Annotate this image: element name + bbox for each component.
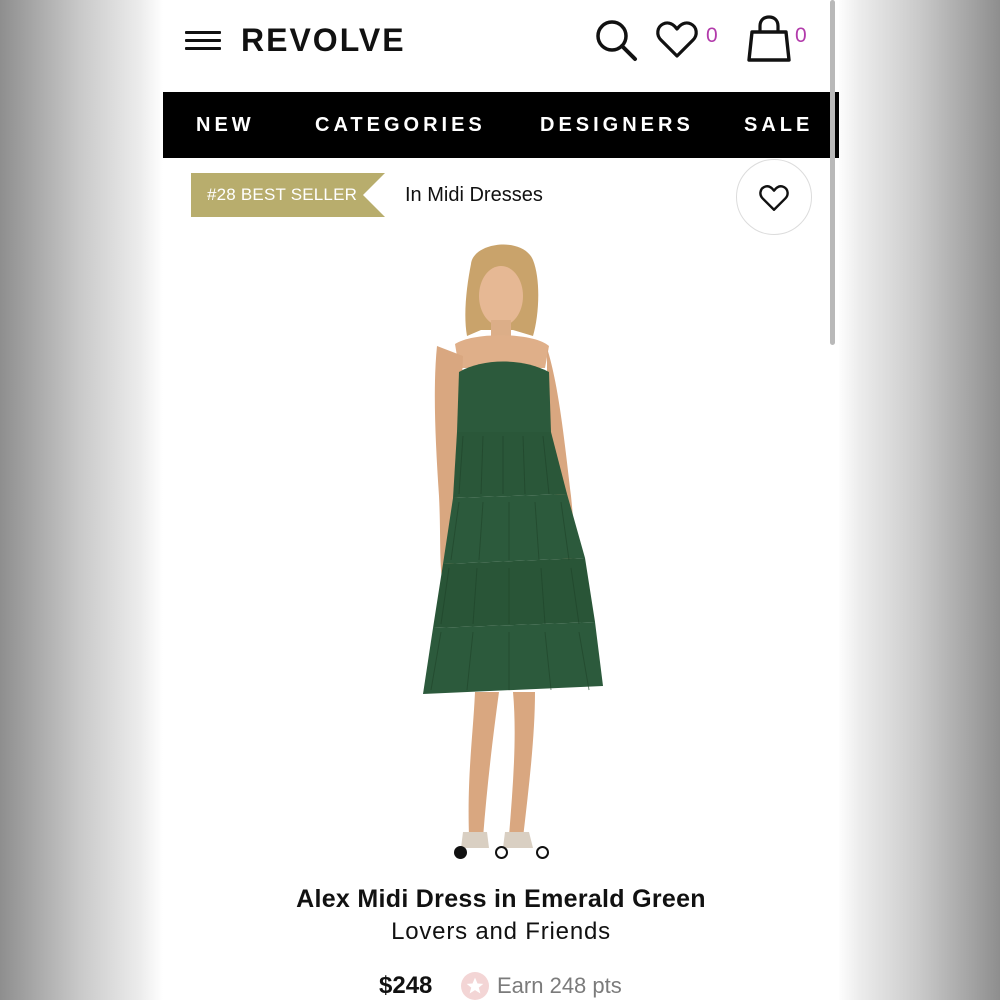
add-to-favorites-button[interactable]	[736, 159, 812, 235]
search-icon[interactable]	[593, 16, 641, 64]
bag-count: 0	[795, 24, 807, 47]
product-price: $248	[379, 972, 433, 999]
scrollbar[interactable]	[830, 0, 835, 345]
nav-item-sale[interactable]: SALE	[744, 92, 813, 158]
product-image[interactable]	[363, 236, 643, 866]
carousel-dot-3[interactable]	[536, 846, 549, 859]
carousel-dot-2[interactable]	[495, 846, 508, 859]
reward-points: Earn 248 pts	[497, 973, 622, 998]
revolve-logo[interactable]: REVOLVE	[241, 20, 406, 60]
nav-item-designers[interactable]: DESIGNERS	[540, 92, 694, 158]
product-name: Alex Midi Dress in Emerald Green	[296, 885, 706, 913]
nav-item-new[interactable]: NEW	[196, 92, 255, 158]
best-seller-text: #28 BEST SELLER	[207, 185, 358, 204]
product-page: REVOLVE 0 0 NEW CATEGORIES DESIGNERS SAL…	[163, 0, 839, 1000]
bag-icon[interactable]	[745, 14, 793, 64]
wishlist-heart-icon[interactable]	[653, 16, 701, 64]
top-header: REVOLVE 0 0	[163, 0, 839, 92]
image-carousel-dots	[163, 845, 839, 861]
brand-link[interactable]: Lovers and Friends	[163, 916, 839, 948]
heart-icon	[759, 185, 789, 211]
category-link[interactable]: In Midi Dresses	[405, 181, 543, 209]
star-icon	[461, 972, 489, 1000]
main-nav: NEW CATEGORIES DESIGNERS SALE	[163, 92, 839, 158]
nav-item-categories[interactable]: CATEGORIES	[315, 92, 486, 158]
best-seller-badge: #28 BEST SELLER	[191, 173, 385, 217]
wishlist-count: 0	[706, 24, 718, 47]
menu-icon[interactable]	[185, 28, 221, 54]
carousel-dot-1[interactable]	[454, 846, 467, 859]
